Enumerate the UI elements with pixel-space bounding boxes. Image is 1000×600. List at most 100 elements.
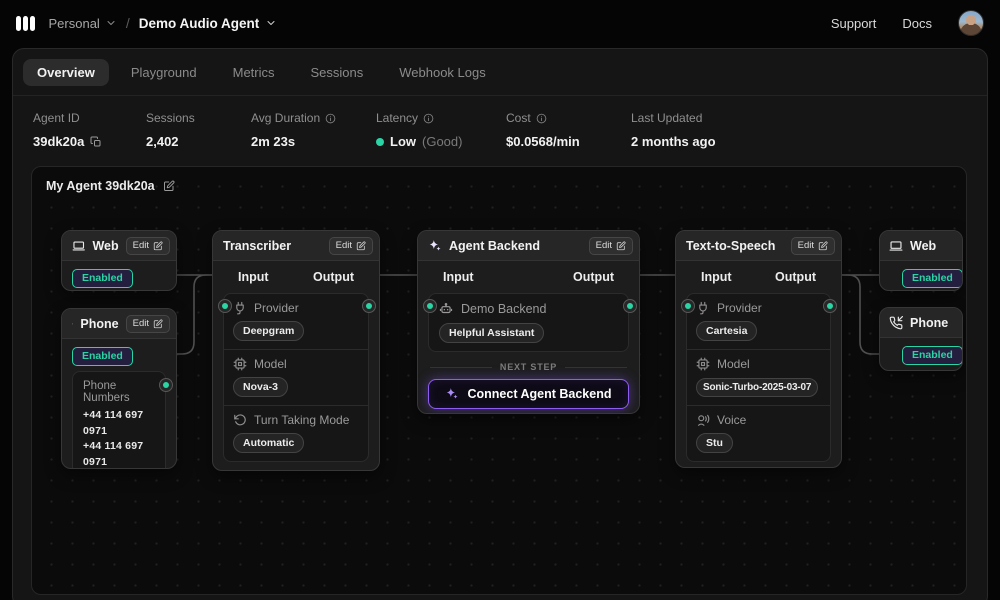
node-phone-in[interactable]: Phone Edit Enabled Phone Numbers +44 114… bbox=[61, 308, 177, 469]
edit-button[interactable]: Edit bbox=[589, 237, 633, 255]
plug-icon bbox=[233, 301, 247, 315]
node-agent-backend[interactable]: Agent Backend Edit Input Output Demo Ba bbox=[417, 230, 640, 414]
edit-icon bbox=[153, 319, 163, 329]
backend-card: Demo Backend Helpful Assistant bbox=[428, 293, 629, 352]
stat-label: Last Updated bbox=[631, 111, 702, 125]
node-phone-out[interactable]: Phone Enabled bbox=[879, 307, 963, 371]
tts-config-card: Provider Cartesia Model Sonic-Turbo-2025… bbox=[686, 293, 831, 462]
logo-icon[interactable] bbox=[16, 16, 35, 31]
docs-link[interactable]: Docs bbox=[902, 16, 932, 31]
field-value-pill: Cartesia bbox=[696, 321, 757, 341]
field-provider: Provider Cartesia bbox=[687, 294, 830, 349]
main-panel: Overview Playground Metrics Sessions Web… bbox=[12, 48, 988, 600]
info-icon bbox=[536, 113, 547, 124]
canvas-title-text: My Agent 39dk20a bbox=[46, 179, 155, 193]
stat-label: Cost bbox=[506, 111, 531, 125]
input-label: Input bbox=[443, 270, 474, 284]
edit-button[interactable]: Edit bbox=[126, 237, 170, 255]
latency-status-dot bbox=[376, 138, 384, 146]
tab-sessions[interactable]: Sessions bbox=[297, 59, 378, 86]
field-value-pill: Nova-3 bbox=[233, 377, 288, 397]
chevron-down-icon bbox=[105, 17, 117, 29]
copy-icon[interactable] bbox=[90, 136, 102, 148]
node-transcriber[interactable]: Transcriber Edit Input Output bbox=[212, 230, 380, 471]
port-phone-in-output[interactable] bbox=[159, 378, 173, 392]
stat-label: Latency bbox=[376, 111, 418, 125]
edit-button[interactable]: Edit bbox=[329, 237, 373, 255]
output-label: Output bbox=[313, 270, 354, 284]
agent-switcher[interactable]: Demo Audio Agent bbox=[139, 16, 278, 31]
field-model: Model Nova-3 bbox=[224, 349, 368, 405]
app-window: Personal / Demo Audio Agent Support Docs… bbox=[0, 0, 1000, 600]
node-title: Web bbox=[910, 239, 936, 253]
next-step-divider: NEXT STEP bbox=[430, 362, 627, 372]
tab-bar: Overview Playground Metrics Sessions Web… bbox=[13, 49, 987, 96]
workflow-canvas[interactable]: My Agent 39dk20a Web bbox=[31, 166, 967, 595]
enabled-badge: Enabled bbox=[72, 269, 133, 288]
latency-qualifier: (Good) bbox=[422, 134, 462, 149]
stat-sessions: Sessions 2,402 bbox=[146, 111, 251, 149]
node-web-out[interactable]: Web Enabled bbox=[879, 230, 963, 291]
field-provider: Provider Deepgram bbox=[224, 294, 368, 349]
input-label: Input bbox=[238, 270, 269, 284]
port-tts-input[interactable] bbox=[681, 299, 695, 313]
field-value-pill: Deepgram bbox=[233, 321, 304, 341]
edit-button[interactable]: Edit bbox=[791, 237, 835, 255]
node-web-in[interactable]: Web Edit Enabled bbox=[61, 230, 177, 291]
field-voice: Voice Stu bbox=[687, 405, 830, 461]
port-tts-output[interactable] bbox=[823, 299, 837, 313]
backend-name: Demo Backend bbox=[461, 302, 546, 316]
stat-latency: Latency Low (Good) bbox=[376, 111, 506, 149]
port-transcriber-input[interactable] bbox=[218, 299, 232, 313]
chip-icon bbox=[696, 357, 710, 371]
port-transcriber-output[interactable] bbox=[362, 299, 376, 313]
edit-icon[interactable] bbox=[163, 180, 175, 192]
robot-icon bbox=[439, 302, 453, 316]
phone-number: +44 114 697 0971 bbox=[83, 439, 155, 469]
node-text-to-speech[interactable]: Text-to-Speech Edit Input Output bbox=[675, 230, 842, 468]
enabled-badge: Enabled bbox=[72, 347, 133, 366]
input-label: Input bbox=[701, 270, 732, 284]
tab-overview[interactable]: Overview bbox=[23, 59, 109, 86]
output-label: Output bbox=[573, 270, 614, 284]
node-title: Web bbox=[92, 239, 118, 253]
chip-icon bbox=[233, 357, 247, 371]
port-agent-backend-output[interactable] bbox=[623, 299, 637, 313]
phone-number: +44 114 697 0971 bbox=[83, 408, 155, 439]
edit-button[interactable]: Edit bbox=[126, 315, 170, 333]
info-icon bbox=[325, 113, 336, 124]
field-turn-taking-mode: Turn Taking Mode Automatic bbox=[224, 405, 368, 461]
tab-webhook-logs[interactable]: Webhook Logs bbox=[385, 59, 500, 86]
node-title: Phone bbox=[910, 316, 948, 330]
stat-label: Sessions bbox=[146, 111, 195, 125]
support-link[interactable]: Support bbox=[831, 16, 877, 31]
port-agent-backend-input[interactable] bbox=[423, 299, 437, 313]
stat-value: 39dk20a bbox=[33, 134, 84, 149]
stats-row: Agent ID 39dk20a Sessions 2,402 Avg Dura… bbox=[13, 96, 987, 149]
stat-last-updated: Last Updated 2 months ago bbox=[631, 111, 716, 149]
output-label: Output bbox=[775, 270, 816, 284]
enabled-badge: Enabled bbox=[902, 346, 963, 365]
sparkles-icon bbox=[445, 387, 459, 401]
phone-incoming-icon bbox=[72, 317, 73, 331]
loop-icon bbox=[233, 413, 247, 427]
user-avatar[interactable] bbox=[958, 10, 984, 36]
stat-value: Low bbox=[390, 134, 416, 149]
node-title: Agent Backend bbox=[449, 239, 540, 253]
breadcrumb-separator: / bbox=[126, 15, 130, 31]
node-title: Transcriber bbox=[223, 239, 291, 253]
workspace-name: Personal bbox=[49, 16, 100, 31]
field-value-pill: Sonic-Turbo-2025-03-07 bbox=[696, 378, 818, 397]
agent-name: Demo Audio Agent bbox=[139, 16, 260, 31]
stat-cost: Cost $0.0568/min bbox=[506, 111, 631, 149]
stat-value: 2 months ago bbox=[631, 134, 716, 149]
stat-value: 2,402 bbox=[146, 134, 179, 149]
stat-value: $0.0568/min bbox=[506, 134, 580, 149]
stat-avg-duration: Avg Duration 2m 23s bbox=[251, 111, 376, 149]
edit-icon bbox=[153, 241, 163, 251]
tab-metrics[interactable]: Metrics bbox=[219, 59, 289, 86]
workspace-switcher[interactable]: Personal bbox=[49, 16, 117, 31]
tab-playground[interactable]: Playground bbox=[117, 59, 211, 86]
stat-agent-id: Agent ID 39dk20a bbox=[33, 111, 146, 149]
connect-agent-backend-button[interactable]: Connect Agent Backend bbox=[428, 379, 629, 409]
